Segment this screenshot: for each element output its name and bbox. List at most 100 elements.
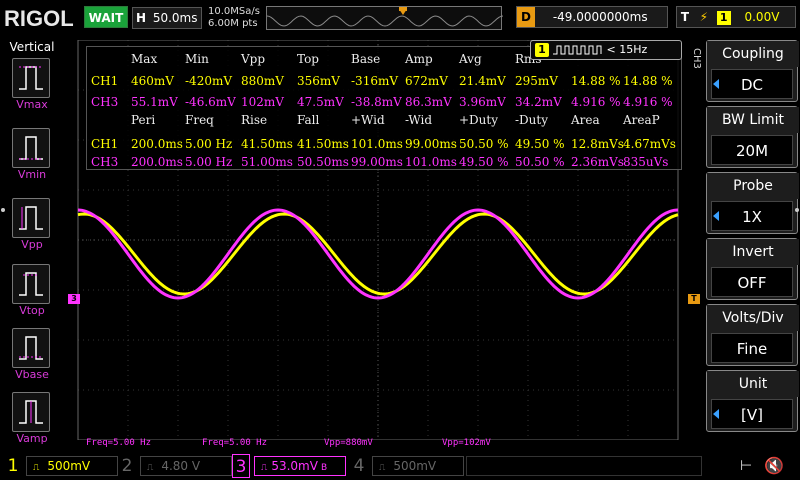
table-cell: 86.3mV xyxy=(405,95,452,109)
table-cell: CH1 xyxy=(91,74,119,88)
measurement-menu: Vertical Vmax Vmin Vpp Vtop Vbase Vamp xyxy=(0,36,64,452)
table-cell: +Wid xyxy=(351,113,385,127)
trigger-level-marker[interactable]: T xyxy=(688,294,700,304)
usb-icon: ⊢ xyxy=(740,458,753,474)
trigger-readout[interactable]: T ⚡ 1 0.00V xyxy=(676,6,796,28)
menu-item-vmin[interactable]: Vmin xyxy=(6,128,58,190)
table-cell: 295mV xyxy=(515,74,558,88)
frequency-counter[interactable]: 1 < 15Hz xyxy=(530,40,682,60)
menu-item-value: OFF xyxy=(711,267,793,297)
menu-item-label: Vpp xyxy=(21,238,43,251)
menu-volts-div[interactable]: Volts/Div Fine xyxy=(706,304,799,366)
ch4-number: 4 xyxy=(353,456,365,476)
table-cell: 101.0ms xyxy=(351,137,403,151)
table-cell: 200.0ms xyxy=(131,155,183,169)
menu-bw-limit[interactable]: BW Limit 20M xyxy=(706,106,799,168)
menu-item-title: Unit xyxy=(707,371,799,397)
table-cell: 99.00ms xyxy=(405,137,457,151)
ch3-number: 3 xyxy=(232,454,250,478)
table-cell: 4.916 % xyxy=(623,95,673,109)
channel-menu: Coupling DC BW Limit 20M Probe 1X Invert… xyxy=(702,36,800,452)
memory-depth: 6.00M pts xyxy=(208,18,258,29)
menu-probe[interactable]: Probe 1X xyxy=(706,172,799,234)
ch2-status[interactable]: 2 ⎍ 4.80 V xyxy=(118,454,232,478)
table-cell: 880mV xyxy=(241,74,284,88)
menu-item-value: DC xyxy=(711,69,793,99)
sample-rate: 10.0MSa/s xyxy=(208,6,260,17)
table-cell: -38.8mV xyxy=(351,95,402,109)
table-cell: 200.0ms xyxy=(131,137,183,151)
timebase-value: 50.0ms xyxy=(152,11,198,25)
table-cell: 672mV xyxy=(405,74,448,88)
menu-item-vamp[interactable]: Vamp xyxy=(6,392,58,454)
table-cell: Base xyxy=(351,52,381,66)
table-cell: 41.50ms xyxy=(241,137,293,151)
empty-status-slot xyxy=(466,456,702,476)
ch1-scale: ⎍ 500mV xyxy=(26,456,118,476)
table-cell: Peri xyxy=(131,113,156,127)
menu-invert[interactable]: Invert OFF xyxy=(706,238,799,300)
vbase-icon xyxy=(12,328,50,368)
menu-title: Vertical xyxy=(9,40,55,54)
trigger-source: 1 xyxy=(716,10,731,25)
memory-waveform-preview xyxy=(267,7,503,27)
table-cell: 14.88 % xyxy=(571,74,621,88)
delay-readout[interactable]: D -49.0000000ms xyxy=(516,6,668,28)
ch4-status[interactable]: 4 ⎍ 500mV xyxy=(350,454,464,478)
table-cell: +Duty xyxy=(459,113,499,127)
table-cell: CH1 xyxy=(91,137,119,151)
delay-value: -49.0000000ms xyxy=(552,10,648,24)
waveform-readouts: Freq=5.00 Hz Freq=5.00 Hz Vpp=880mV Vpp=… xyxy=(86,438,682,450)
bw-limit-icon: B xyxy=(320,463,328,473)
ch4-scale-value: 500mV xyxy=(393,459,437,473)
left-menu-page-dot xyxy=(1,208,5,212)
table-cell: 12.8mVs xyxy=(571,137,624,151)
table-cell: CH3 xyxy=(91,95,119,109)
table-cell: 5.00 Hz xyxy=(185,155,233,169)
table-cell: 47.5mV xyxy=(297,95,344,109)
ch3-status[interactable]: 3 ⎍ 53.0mV B xyxy=(232,454,346,478)
dc-coupling-icon: ⎍ xyxy=(379,463,386,473)
menu-item-vbase[interactable]: Vbase xyxy=(6,328,58,390)
menu-item-title: Coupling xyxy=(707,41,799,67)
menu-item-vmax[interactable]: Vmax xyxy=(6,58,58,120)
table-cell: 460mV xyxy=(131,74,174,88)
menu-unit[interactable]: Unit [V] xyxy=(706,370,799,432)
square-wave-icon xyxy=(553,45,602,55)
dc-coupling-icon: ⎍ xyxy=(261,463,268,473)
vmax-icon xyxy=(12,58,50,98)
ch3-scale-value: 53.0mV xyxy=(271,459,318,473)
table-cell: 50.50 % xyxy=(459,137,509,151)
menu-item-vpp[interactable]: Vpp xyxy=(6,198,58,260)
left-arrow-icon xyxy=(713,409,719,419)
menu-item-title: Volts/Div xyxy=(707,305,799,331)
delay-key: D xyxy=(517,7,535,27)
ch3-freq-readout: Freq=5.00 Hz xyxy=(202,438,268,448)
ch4-scale: ⎍ 500mV xyxy=(372,456,464,476)
menu-item-value: 1X xyxy=(711,201,793,231)
memory-position-bar[interactable] xyxy=(266,6,503,30)
right-menu-page-dot xyxy=(795,208,799,212)
table-cell: -46.6mV xyxy=(185,95,236,109)
table-cell: Area xyxy=(571,113,600,127)
vmin-icon xyxy=(12,128,50,168)
rigol-logo: RIGOL xyxy=(4,6,74,31)
top-status-bar: RIGOL WAIT H 50.0ms 10.0MSa/s 6.00M pts … xyxy=(0,0,800,36)
ch3-offset-marker[interactable]: 3 xyxy=(68,294,80,304)
menu-coupling[interactable]: Coupling DC xyxy=(706,40,799,102)
table-cell: Fall xyxy=(297,113,320,127)
table-cell: Min xyxy=(185,52,209,66)
table-cell: -316mV xyxy=(351,74,399,88)
table-cell: 50.50ms xyxy=(297,155,349,169)
table-cell: Avg xyxy=(459,52,482,66)
horizontal-timebase[interactable]: H 50.0ms xyxy=(132,7,202,29)
table-cell: Top xyxy=(297,52,319,66)
run-status-badge[interactable]: WAIT xyxy=(84,6,128,28)
table-cell: 50.50 % xyxy=(515,155,565,169)
ch1-status[interactable]: 1 ⎍ 500mV xyxy=(4,454,118,478)
menu-item-vtop[interactable]: Vtop xyxy=(6,264,58,326)
table-cell: 2.36mVs xyxy=(571,155,624,169)
table-cell: 34.2mV xyxy=(515,95,562,109)
table-cell: 55.1mV xyxy=(131,95,178,109)
measurement-table: Max Min Vpp Top Base Amp Avg Rms CH1 460mV -420mV… xyxy=(86,46,682,170)
